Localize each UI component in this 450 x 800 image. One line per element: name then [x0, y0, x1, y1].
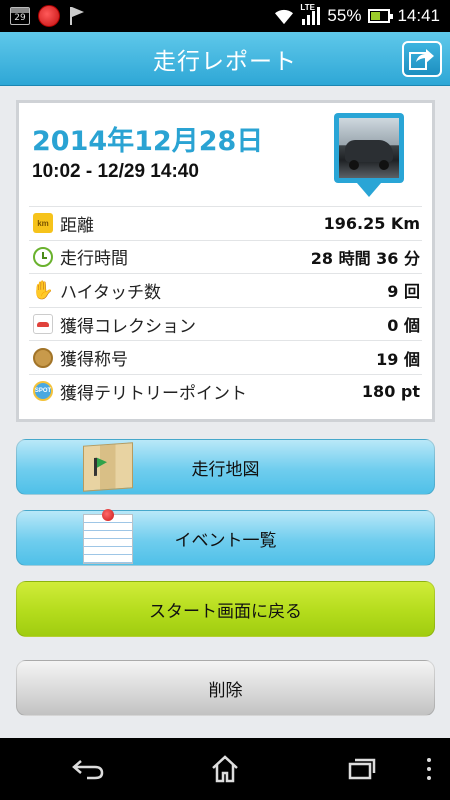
home-button[interactable] — [203, 747, 247, 791]
event-list-label: イベント一覧 — [174, 530, 277, 551]
drive-map-button[interactable]: 走行地図 — [16, 439, 435, 495]
stat-value: 9 回 — [387, 282, 420, 302]
stat-value: 196.25 Km — [323, 213, 420, 233]
stat-row-high-touch: ✋ ハイタッチ数 9 回 — [29, 273, 422, 307]
wifi-icon — [275, 9, 294, 25]
stat-row-drive-time: 走行時間 28 時間 36 分 — [29, 239, 422, 274]
signal-icon: LTE — [300, 3, 321, 25]
car-photo-icon[interactable] — [334, 113, 404, 183]
battery-percent: 55% — [327, 6, 362, 25]
notepad-icon — [83, 509, 133, 564]
event-list-button[interactable]: イベント一覧 — [16, 509, 435, 566]
share-arrow-icon — [409, 49, 434, 70]
recent-apps-icon — [348, 758, 375, 780]
photo-pin-tail — [357, 183, 381, 197]
stat-row-territory: SPOT 獲得テリトリーポイント 180 pt — [29, 373, 422, 408]
app-header: 走行レポート — [0, 32, 450, 86]
stat-row-titles: 獲得称号 19 個 — [29, 340, 422, 374]
stat-value: 0 個 — [387, 316, 420, 336]
back-to-start-label: スタート画面に戻る — [149, 601, 302, 622]
stat-row-distance: km 距離 196.25 Km — [29, 206, 422, 240]
km-icon: km — [33, 213, 53, 234]
home-icon — [212, 755, 238, 783]
overflow-menu-button[interactable] — [426, 758, 432, 780]
calendar-day: 29 — [14, 13, 26, 23]
battery-fill — [371, 12, 381, 20]
car-photo-image — [339, 118, 399, 178]
clock-icon — [33, 246, 53, 267]
flag-notification-icon — [68, 6, 86, 26]
page-title: 走行レポート — [153, 48, 297, 75]
network-type: LTE — [300, 3, 315, 12]
stat-label: 走行時間 — [60, 249, 128, 270]
delete-label: 削除 — [208, 680, 243, 701]
drive-map-label: 走行地図 — [191, 459, 260, 480]
report-time-range: 10:02 - 12/29 14:40 — [32, 161, 199, 182]
app-notification-icon — [38, 5, 60, 27]
stat-value: 180 pt — [361, 381, 420, 401]
map-icon — [83, 442, 133, 492]
back-to-start-button[interactable]: スタート画面に戻る — [16, 581, 435, 637]
report-card: 2014年12月28日 10:02 - 12/29 14:40 km 距離 19… — [16, 100, 435, 422]
status-indicators: LTE 55% 14:41 — [273, 3, 440, 26]
recent-apps-button[interactable] — [340, 747, 384, 791]
stat-label: ハイタッチ数 — [60, 282, 161, 303]
back-arrow-icon — [72, 760, 104, 780]
stat-value: 19 個 — [376, 349, 420, 369]
hand-icon: ✋ — [31, 279, 55, 300]
stat-label: 獲得テリトリーポイント — [60, 383, 247, 404]
stat-label: 獲得称号 — [60, 350, 128, 371]
stat-label: 獲得コレクション — [60, 316, 196, 337]
car-icon — [33, 314, 53, 335]
medal-icon — [33, 347, 53, 368]
delete-button[interactable]: 削除 — [16, 660, 435, 716]
share-button[interactable] — [402, 41, 442, 77]
battery-icon — [368, 9, 394, 23]
stats-list: km 距離 196.25 Km 走行時間 28 時間 36 分 ✋ ハイタッチ数… — [29, 206, 422, 408]
stat-value: 28 時間 36 分 — [310, 248, 420, 268]
stat-label: 距離 — [60, 215, 94, 236]
status-bar: 29 LTE 55% 14:41 — [0, 0, 450, 32]
report-date: 2014年12月28日 — [32, 126, 264, 157]
status-notifications: 29 — [10, 5, 86, 27]
system-nav-bar — [0, 738, 450, 800]
spot-icon: SPOT — [33, 381, 53, 402]
stat-row-collection: 獲得コレクション 0 個 — [29, 306, 422, 341]
back-button[interactable] — [66, 747, 110, 791]
calendar-notification-icon: 29 — [10, 7, 30, 25]
clock-time: 14:41 — [397, 6, 440, 25]
